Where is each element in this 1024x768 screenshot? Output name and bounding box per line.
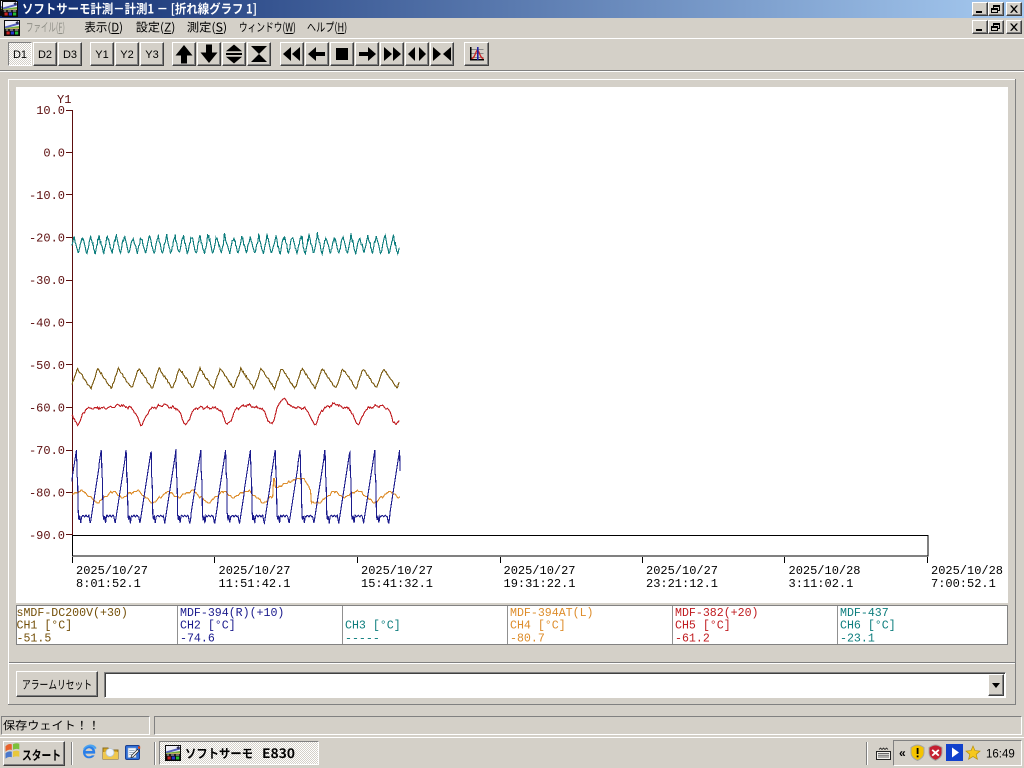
svg-text:10.0: 10.0 <box>36 104 65 118</box>
svg-text:0.0: 0.0 <box>43 147 65 161</box>
svg-text:D2: D2 <box>38 49 52 61</box>
svg-text:D1: D1 <box>13 49 27 61</box>
svg-text:CH4 [°C]: CH4 [°C] <box>510 620 566 633</box>
svg-text:«: « <box>899 746 906 760</box>
svg-text:-70.0: -70.0 <box>29 444 65 458</box>
svg-text:CH1 [°C]: CH1 [°C] <box>17 620 73 633</box>
svg-text:11:51:42.1: 11:51:42.1 <box>219 577 291 591</box>
svg-text:MDF-394(R)(+10): MDF-394(R)(+10) <box>180 607 284 620</box>
svg-text:sMDF-DC200V(+30): sMDF-DC200V(+30) <box>17 607 128 620</box>
svg-text:CH3 [°C]: CH3 [°C] <box>345 620 401 633</box>
svg-text:2025/10/27: 2025/10/27 <box>646 564 718 578</box>
svg-text:MDF-394AT(L): MDF-394AT(L) <box>510 607 594 620</box>
svg-text:-60.0: -60.0 <box>29 402 65 416</box>
svg-text:7:00:52.1: 7:00:52.1 <box>931 577 996 591</box>
svg-text:-80.0: -80.0 <box>29 487 65 501</box>
svg-text:2025/10/27: 2025/10/27 <box>361 564 433 578</box>
svg-text:CH5 [°C]: CH5 [°C] <box>675 620 731 633</box>
svg-text:Y1: Y1 <box>95 49 108 61</box>
svg-text:-50.0: -50.0 <box>29 359 65 373</box>
svg-text:-74.6: -74.6 <box>180 632 215 645</box>
svg-text:CH2 [°C]: CH2 [°C] <box>180 620 236 633</box>
svg-text:-51.5: -51.5 <box>17 632 52 645</box>
svg-text:D3: D3 <box>63 49 77 61</box>
svg-text:-10.0: -10.0 <box>29 189 65 203</box>
svg-text:16:49: 16:49 <box>986 749 1015 761</box>
svg-text:-30.0: -30.0 <box>29 274 65 288</box>
svg-text:-23.1: -23.1 <box>840 632 875 645</box>
svg-text:-80.7: -80.7 <box>510 632 545 645</box>
svg-text:3:11:02.1: 3:11:02.1 <box>789 577 854 591</box>
svg-text:2025/10/28: 2025/10/28 <box>931 564 1003 578</box>
svg-text:2025/10/28: 2025/10/28 <box>789 564 861 578</box>
svg-text:-61.2: -61.2 <box>675 632 710 645</box>
svg-text:-90.0: -90.0 <box>29 529 65 543</box>
svg-text:23:21:12.1: 23:21:12.1 <box>646 577 718 591</box>
svg-text:-40.0: -40.0 <box>29 317 65 331</box>
svg-text:2025/10/27: 2025/10/27 <box>219 564 291 578</box>
svg-text:8:01:52.1: 8:01:52.1 <box>76 577 141 591</box>
svg-text:2025/10/27: 2025/10/27 <box>76 564 148 578</box>
svg-text:MDF-382(+20): MDF-382(+20) <box>675 607 759 620</box>
svg-text:Y2: Y2 <box>120 49 133 61</box>
svg-text:MDF-437: MDF-437 <box>840 607 889 620</box>
svg-text:Y3: Y3 <box>145 49 158 61</box>
svg-text:-----: ----- <box>345 632 380 645</box>
svg-text:15:41:32.1: 15:41:32.1 <box>361 577 433 591</box>
svg-text:19:31:22.1: 19:31:22.1 <box>504 577 576 591</box>
svg-text:CH6 [°C]: CH6 [°C] <box>840 620 896 633</box>
svg-text:-20.0: -20.0 <box>29 232 65 246</box>
svg-text:2025/10/27: 2025/10/27 <box>504 564 576 578</box>
